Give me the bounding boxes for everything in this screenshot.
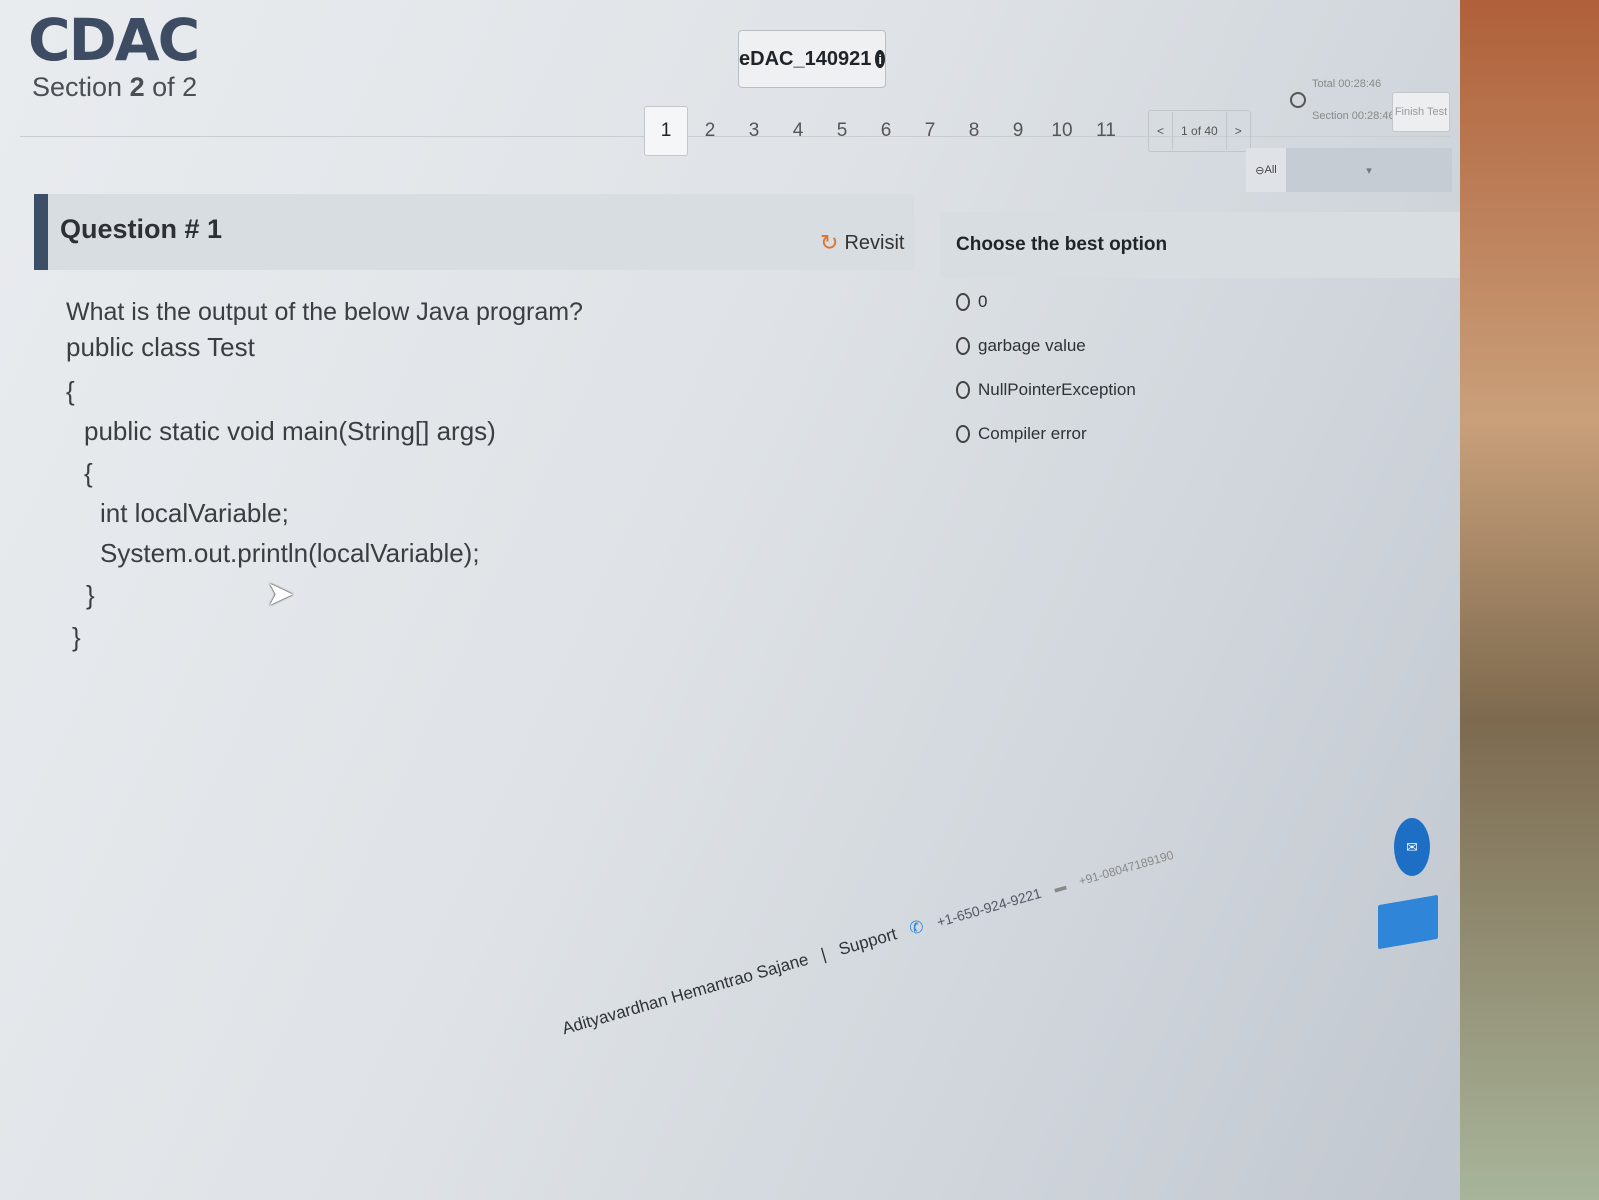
radio-button[interactable] [956, 425, 970, 443]
exam-id-badge: eDAC_140921 i [738, 30, 886, 88]
option-compiler-error[interactable]: Compiler error [956, 424, 1087, 444]
code-line: int localVariable; [100, 498, 289, 528]
filter-label: All [1264, 164, 1277, 176]
page-number-4[interactable]: 4 [776, 106, 820, 156]
filter-dropdown-icon[interactable]: ▾ [1286, 164, 1452, 177]
clock-icon [1290, 92, 1306, 108]
page-number-5[interactable]: 5 [820, 106, 864, 156]
timer-total: Total 00:28:46 [1312, 78, 1382, 90]
info-icon[interactable]: i [875, 50, 885, 68]
exam-id: eDAC_140921 [739, 47, 872, 70]
footer-separator: | [818, 944, 829, 965]
page-number-2[interactable]: 2 [688, 106, 732, 156]
support-phone-in: +91-08047189190 [1077, 847, 1176, 889]
code-line: public static void main(String[] args) [84, 416, 496, 446]
page-number-7[interactable]: 7 [908, 106, 952, 156]
option-label: garbage value [978, 336, 1086, 355]
support-label: Support [836, 924, 899, 959]
option-label: 0 [978, 292, 988, 311]
phone-icon: ✆ [907, 916, 927, 939]
section-suffix: of 2 [152, 72, 198, 102]
code-line: { [84, 458, 93, 488]
page-number-11[interactable]: 11 [1084, 106, 1128, 156]
cdac-logo: CDAC [28, 6, 200, 74]
code-line: { [66, 376, 75, 406]
option-label: NullPointerException [978, 380, 1136, 399]
revisit-label: Revisit [844, 231, 905, 254]
options-title: Choose the best option [956, 234, 1168, 255]
timer-section: Section 00:28:46 [1312, 110, 1395, 122]
radio-button[interactable] [956, 293, 970, 311]
section-indicator: Section 2 of 2 [32, 72, 197, 103]
code-line: System.out.println(localVariable); [100, 538, 480, 568]
revisit-icon: ↻ [820, 230, 839, 255]
section-prefix: Section [32, 72, 123, 102]
option-0[interactable]: 0 [956, 292, 987, 312]
page-number-3[interactable]: 3 [732, 106, 776, 156]
radio-button[interactable] [956, 337, 970, 355]
page-number-6[interactable]: 6 [864, 106, 908, 156]
next-page-button[interactable]: > [1227, 124, 1250, 138]
page-number-8[interactable]: 8 [952, 106, 996, 156]
page-number-9[interactable]: 9 [996, 106, 1040, 156]
page-count: 1 of 40 [1172, 112, 1227, 150]
option-garbage-value[interactable]: garbage value [956, 336, 1086, 356]
radio-button[interactable] [956, 381, 970, 399]
option-label: Compiler error [978, 424, 1087, 443]
code-line: } [72, 622, 81, 652]
filter-bar: ⊖ All ▾ [1246, 148, 1452, 192]
filter-all-button[interactable]: ⊖ All [1246, 148, 1286, 192]
revisit-button[interactable]: ↻ Revisit [820, 230, 904, 256]
question-title: Question # 1 [60, 214, 223, 244]
footer: Adityavardhan Hemantrao Sajane | Support… [560, 845, 1176, 1039]
code-line: } [86, 580, 95, 610]
filter-icon: ⊖ [1255, 164, 1265, 177]
finish-test-button[interactable]: Finish Test [1392, 92, 1450, 132]
code-line: public class Test [66, 332, 255, 362]
page-number-10[interactable]: 10 [1040, 106, 1084, 156]
question-prompt: What is the output of the below Java pro… [66, 298, 583, 326]
support-phone-us: +1-650-924-9221 [934, 884, 1043, 930]
page-number-1[interactable]: 1 [644, 106, 688, 156]
exam-screen: CDAC Section 2 of 2 eDAC_140921 i Total … [0, 0, 1460, 1200]
question-pagination: 1 2 3 4 5 6 7 8 9 10 11 <1 of 40 > [644, 106, 1251, 156]
mouse-cursor-icon: ➤ [266, 575, 295, 613]
page-navigator: <1 of 40 > [1148, 110, 1251, 152]
chat-help-icon[interactable]: ✉ [1394, 818, 1430, 876]
us-flag-icon: ▬ [1052, 878, 1068, 896]
next-button[interactable] [1378, 894, 1438, 950]
option-null-pointer-exception[interactable]: NullPointerException [956, 380, 1136, 400]
prev-page-button[interactable]: < [1149, 124, 1172, 138]
candidate-name: Adityavardhan Hemantrao Sajane [560, 949, 811, 1039]
section-current: 2 [129, 72, 145, 102]
